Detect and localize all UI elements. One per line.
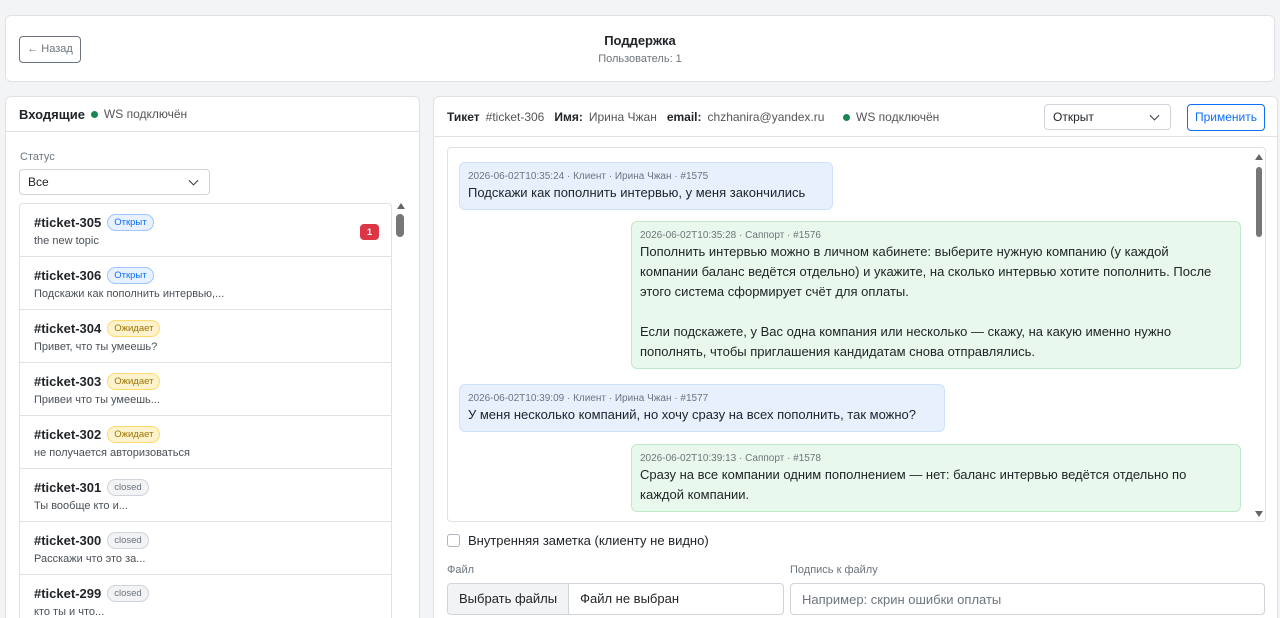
status-filter-value: Все <box>28 175 49 189</box>
ws-status: WS подключён <box>103 107 188 121</box>
scroll-up-arrow-icon[interactable] <box>1255 154 1263 160</box>
caption-input[interactable] <box>790 583 1265 615</box>
ticket-preview: Привеи что ты умеешь... <box>34 394 160 406</box>
ticket-preview: Привет, что ты умеешь? <box>34 341 158 353</box>
ticket-preview: the new topic <box>34 235 99 247</box>
message-meta: 2026-06-02T10:35:28 · Саппорт · #1576 <box>640 230 821 241</box>
message-text: Сразу на все компании одним пополнением … <box>640 465 1232 505</box>
status-badge: Ожидает <box>107 320 161 337</box>
status-badge: Открыт <box>107 267 154 284</box>
inbox-title: Входящие <box>19 106 85 122</box>
file-input[interactable]: Выбрать файлы Файл не выбран <box>447 583 784 615</box>
client-message: 2026-06-02T10:39:09 · Клиент · Ирина Чжа… <box>459 384 945 432</box>
message-line: этого система сформирует счёт для оплаты… <box>640 284 909 299</box>
caption-label: Подпись к файлу <box>790 564 878 576</box>
file-label: Файл <box>447 564 475 576</box>
ticket-list-item[interactable]: #ticket-299 closed кто ты и что... <box>20 575 391 618</box>
status-badge: Открыт <box>107 214 154 231</box>
ticket-preview: кто ты и что... <box>34 606 105 618</box>
client-email: chzhanira@yandex.ru <box>707 110 825 124</box>
ticket-label: Тикет <box>447 110 480 124</box>
ticket-id: #ticket-301 <box>34 480 102 495</box>
ticket-id: #ticket-306 <box>485 110 545 124</box>
inbox-panel: Входящие WS подключён Статус Все #ticket… <box>5 96 420 618</box>
ticket-preview: Подскажи как пополнить интервью,... <box>34 288 225 300</box>
chevron-down-icon <box>1149 110 1160 121</box>
scroll-up-arrow-icon[interactable] <box>397 203 405 209</box>
message-line: пополнять, чтобы приглашения кандидатам … <box>640 344 1035 359</box>
status-badge: closed <box>107 532 149 549</box>
message-meta: 2026-06-02T10:39:13 · Саппорт · #1578 <box>640 453 821 464</box>
name-label: Имя: <box>554 110 583 124</box>
ticket-list: #ticket-305 Открыт the new topic 1 #ticket-3… <box>19 203 392 618</box>
user-label: Пользователь: 1 <box>598 53 682 65</box>
ticket-id: #ticket-300 <box>34 533 102 548</box>
ticket-status-value: Открыт <box>1053 110 1094 124</box>
ticket-id: #ticket-302 <box>34 427 102 442</box>
message-line: каждой компании. <box>640 487 750 502</box>
ticket-ws-status: WS подключён <box>856 110 940 124</box>
message-scrollbar[interactable] <box>1253 148 1265 521</box>
ticket-header: Тикет #ticket-306 Имя: Ирина Чжан email:… <box>434 97 1277 137</box>
status-filter-select[interactable]: Все <box>19 169 210 195</box>
ticket-list-item[interactable]: #ticket-300 closed Расскажи что это за... <box>20 522 391 575</box>
ticket-id: #ticket-303 <box>34 374 102 389</box>
ticket-id: #ticket-305 <box>34 215 102 230</box>
page-header: ← Назад Поддержка Пользователь: 1 <box>5 15 1275 82</box>
scroll-thumb[interactable] <box>396 214 404 237</box>
ws-status-dot-icon <box>90 110 98 118</box>
message-line: компании баланс ведётся отдельно) и укаж… <box>640 264 1212 279</box>
message-line: Подскажи как пополнить интервью, у меня … <box>468 185 806 200</box>
ticket-list-item[interactable]: #ticket-304 Ожидает Привет, что ты умеешь? <box>20 310 391 363</box>
message-meta: 2026-06-02T10:35:24 · Клиент · Ирина Чжа… <box>468 171 709 182</box>
ticket-preview: Расскажи что это за... <box>34 553 146 565</box>
internal-note-checkbox[interactable] <box>447 534 460 547</box>
message-text: Пополнить интервью можно в личном кабине… <box>640 242 1232 362</box>
file-status: Файл не выбран <box>580 591 680 606</box>
message-thread: 2026-06-02T10:39:13 · Саппорт · #1578 Сра… <box>447 147 1266 522</box>
message-line: Пополнить интервью можно в личном кабине… <box>640 244 1169 259</box>
ticket-list-item[interactable]: #ticket-302 Ожидает не получается авторизо… <box>20 416 391 469</box>
message-text: Подскажи как пополнить интервью, у меня … <box>468 183 824 203</box>
status-badge: Ожидает <box>107 373 161 390</box>
page-title: Поддержка <box>604 33 676 48</box>
ticket-list-item[interactable]: #ticket-305 Открыт the new topic 1 <box>20 204 391 257</box>
ticket-preview: не получается авторизоваться <box>34 447 190 459</box>
internal-note-label: Внутренняя заметка (клиенту не видно) <box>468 533 709 548</box>
message-text: У меня несколько компаний, но хочу сразу… <box>468 405 936 425</box>
chevron-down-icon <box>188 175 199 186</box>
message-line: Сразу на все компании одним пополнением … <box>640 467 1187 482</box>
status-badge: closed <box>107 585 149 602</box>
status-badge: Ожидает <box>107 426 161 443</box>
message-line <box>640 302 1232 322</box>
scroll-thumb[interactable] <box>1256 167 1262 237</box>
apply-button[interactable]: Применить <box>1187 104 1265 131</box>
ticket-id: #ticket-306 <box>34 268 102 283</box>
ticket-list-scrollbar[interactable] <box>395 203 407 618</box>
internal-note-row[interactable]: Внутренняя заметка (клиенту не видно) <box>447 533 709 548</box>
client-name: Ирина Чжан <box>588 110 657 124</box>
message-meta: 2026-06-02T10:39:09 · Клиент · Ирина Чжа… <box>468 393 709 404</box>
client-message: 2026-06-02T10:35:24 · Клиент · Ирина Чжа… <box>459 162 833 210</box>
ticket-panel: Тикет #ticket-306 Имя: Ирина Чжан email:… <box>433 96 1278 618</box>
ticket-list-item[interactable]: #ticket-306 Открыт Подскажи как пополнить … <box>20 257 391 310</box>
unread-count-badge: 1 <box>360 224 379 240</box>
status-badge: closed <box>107 479 149 496</box>
email-label: email: <box>666 110 702 124</box>
message-line: Если подскажете, у Вас одна компания или… <box>640 324 1172 339</box>
support-message: 2026-06-02T10:35:28 · Саппорт · #1576 Поп… <box>631 221 1241 369</box>
ticket-preview: Ты вообще кто и... <box>34 500 128 512</box>
ticket-list-item[interactable]: #ticket-303 Ожидает Привеи что ты умеешь..… <box>20 363 391 416</box>
ws-status-dot-icon <box>843 113 850 121</box>
ticket-status-select[interactable]: Открыт <box>1044 104 1171 130</box>
message-line: У меня несколько компаний, но хочу сразу… <box>468 407 916 422</box>
support-message: 2026-06-02T10:39:13 · Саппорт · #1578 Сра… <box>631 444 1241 512</box>
ticket-list-item[interactable]: #ticket-301 closed Ты вообще кто и... <box>20 469 391 522</box>
inbox-header: Входящие WS подключён <box>6 97 419 132</box>
choose-files-button[interactable]: Выбрать файлы <box>448 584 570 614</box>
status-filter-label: Статус <box>20 151 55 163</box>
ticket-id: #ticket-304 <box>34 321 102 336</box>
ticket-id: #ticket-299 <box>34 586 102 601</box>
scroll-down-arrow-icon[interactable] <box>1255 511 1263 517</box>
